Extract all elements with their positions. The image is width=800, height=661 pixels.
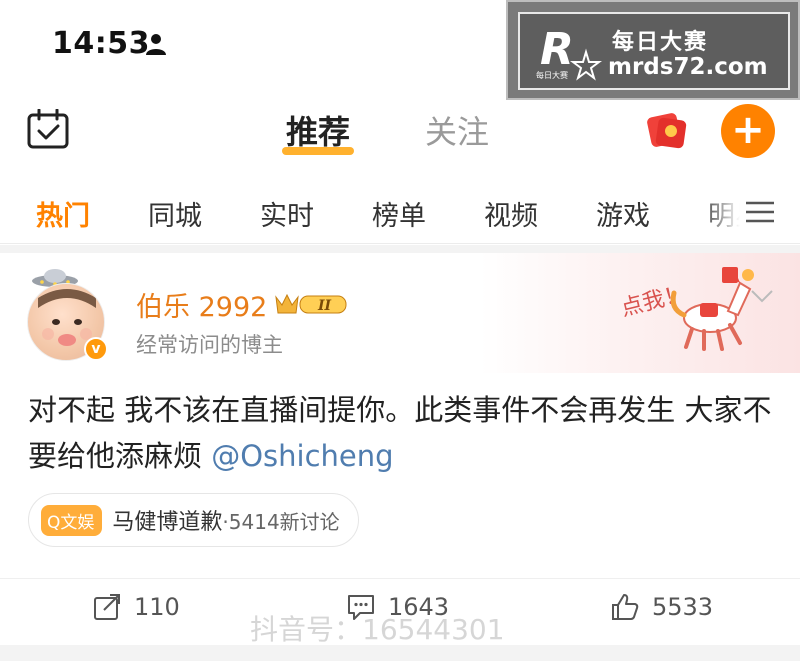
status-time: 14:53 bbox=[52, 26, 150, 61]
category-bar: 热门 同城 实时 榜单 视频 游戏 明星 bbox=[0, 180, 800, 244]
red-packet-icon[interactable] bbox=[641, 105, 691, 155]
repost-count: 110 bbox=[134, 593, 180, 621]
user-subtitle: 经常访问的博主 bbox=[136, 333, 283, 357]
topic-chip[interactable]: Q文娱 马健博道歉 ·5414新讨论 bbox=[28, 493, 359, 547]
person-icon bbox=[146, 34, 166, 55]
tab-following[interactable]: 关注 bbox=[425, 107, 489, 153]
watermark-title: 每日大赛 bbox=[612, 30, 709, 55]
category-video[interactable]: 视频 bbox=[484, 194, 538, 233]
post-body[interactable]: 对不起 我不该在直播间提你。此类事件不会再发生 大家不要给他添麻烦 @Oshic… bbox=[28, 387, 778, 479]
bottom-watermark: 抖音号：16544301 bbox=[250, 613, 505, 646]
mention-link[interactable]: @Oshicheng bbox=[211, 439, 393, 473]
post-username[interactable]: 伯乐 2992 bbox=[136, 285, 267, 324]
badge-level-text: II bbox=[317, 298, 332, 314]
like-button[interactable]: 5533 bbox=[610, 587, 713, 627]
crown-badge-icon[interactable]: II bbox=[274, 291, 350, 317]
horse-mascot-icon[interactable] bbox=[660, 263, 760, 353]
category-ranking[interactable]: 榜单 bbox=[372, 194, 426, 233]
thumbs-up-icon bbox=[612, 594, 639, 620]
compose-plus-button[interactable]: + bbox=[721, 104, 775, 158]
svg-text:R: R bbox=[540, 24, 574, 75]
category-local[interactable]: 同城 bbox=[148, 194, 202, 233]
post-text: 对不起 我不该在直播间提你。此类事件不会再发生 大家不要给他添麻烦 bbox=[28, 393, 772, 473]
section-divider bbox=[0, 245, 800, 253]
post-card[interactable]: 点我！ v 伯乐 2992 II 经常访问的博主 对不起 我不该在直播间提你。此… bbox=[0, 253, 800, 661]
topic-tag: Q文娱 bbox=[41, 504, 103, 536]
verified-badge-icon: v bbox=[84, 337, 108, 361]
repost-icon bbox=[94, 594, 120, 620]
category-realtime[interactable]: 实时 bbox=[260, 194, 314, 233]
top-nav: 推荐 关注 bbox=[0, 95, 800, 165]
repost-button[interactable]: 110 bbox=[92, 587, 180, 627]
watermark-frame: R 每日大赛 每日大赛 mrds72.com bbox=[518, 12, 790, 90]
category-games[interactable]: 游戏 bbox=[596, 194, 650, 233]
bottom-strip bbox=[0, 645, 800, 661]
tab-active-underline bbox=[282, 147, 354, 155]
avatar[interactable]: v bbox=[22, 267, 112, 363]
calendar-check-icon[interactable] bbox=[27, 109, 69, 149]
topic-title: 马健博道歉 bbox=[112, 510, 223, 535]
like-count: 5533 bbox=[652, 593, 714, 621]
watermark-logo-icon: R 每日大赛 bbox=[536, 24, 602, 81]
svg-text:每日大赛: 每日大赛 bbox=[536, 70, 568, 80]
topic-count: ·5414新讨论 bbox=[222, 509, 340, 534]
category-hot[interactable]: 热门 bbox=[36, 194, 90, 233]
watermark-url: mrds72.com bbox=[608, 54, 768, 80]
menu-icon[interactable] bbox=[744, 200, 776, 224]
watermark-overlay: R 每日大赛 每日大赛 mrds72.com bbox=[506, 0, 800, 100]
chevron-down-icon[interactable] bbox=[750, 289, 774, 303]
